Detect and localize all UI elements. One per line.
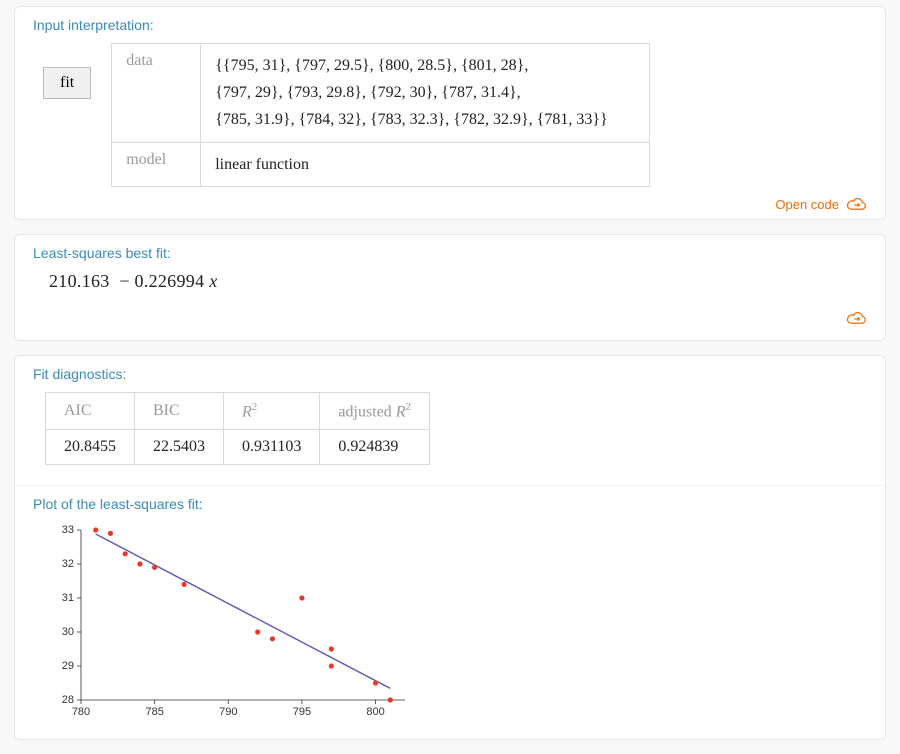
cloud-arrow-icon [845, 197, 867, 213]
variable: x [209, 271, 217, 291]
pod-diagnostics: Fit diagnostics: AIC BIC R2 adjusted R2 … [14, 355, 886, 485]
table-header-row: AIC BIC R2 adjusted R2 [46, 392, 430, 429]
svg-text:795: 795 [293, 706, 311, 718]
model-label: model [112, 142, 201, 186]
fit-formula: 210.163 − 0.226994 x [49, 271, 867, 292]
col-bic: BIC [135, 392, 224, 429]
pod-best-fit: Least-squares best fit: 210.163 − 0.2269… [14, 234, 886, 341]
col-adj-r2: adjusted R2 [320, 392, 430, 429]
open-code-link[interactable]: Open code [775, 197, 867, 213]
svg-text:780: 780 [72, 706, 90, 718]
svg-text:31: 31 [62, 592, 74, 604]
pod-title: Least-squares best fit: [33, 245, 867, 261]
svg-text:790: 790 [219, 706, 237, 718]
svg-text:30: 30 [62, 626, 74, 638]
model-value: linear function [201, 142, 650, 186]
table-row: model linear function [112, 142, 650, 186]
adj-r2-value: 0.924839 [320, 430, 430, 465]
cloud-link[interactable] [845, 311, 867, 330]
table-row: 20.8455 22.5403 0.931103 0.924839 [46, 430, 430, 465]
input-layout: fit data {{795, 31}, {797, 29.5}, {800, … [43, 43, 867, 187]
pod-input-interpretation: Input interpretation: fit data {{795, 31… [14, 6, 886, 220]
data-table: data {{795, 31}, {797, 29.5}, {800, 28.5… [111, 43, 650, 187]
svg-text:29: 29 [62, 660, 74, 672]
aic-value: 20.8455 [46, 430, 135, 465]
svg-text:32: 32 [62, 558, 74, 570]
cloud-arrow-icon [845, 311, 867, 327]
fit-chart: 28 29 30 31 32 33 780 785 790 795 800 [45, 522, 415, 722]
data-label: data [112, 44, 201, 143]
fit-button[interactable]: fit [43, 67, 91, 99]
bic-value: 22.5403 [135, 430, 224, 465]
svg-text:28: 28 [62, 694, 74, 706]
intercept-value: 210.163 [49, 271, 110, 291]
col-aic: AIC [46, 392, 135, 429]
svg-text:33: 33 [62, 524, 74, 536]
chart-container: 28 29 30 31 32 33 780 785 790 795 800 [45, 522, 867, 725]
open-code-label: Open code [775, 197, 839, 212]
table-row: data {{795, 31}, {797, 29.5}, {800, 28.5… [112, 44, 650, 143]
diagnostics-table: AIC BIC R2 adjusted R2 20.8455 22.5403 0… [45, 392, 430, 465]
pod-title: Fit diagnostics: [33, 366, 867, 382]
svg-text:800: 800 [366, 706, 384, 718]
pod-title: Input interpretation: [33, 17, 867, 33]
slope-value: 0.226994 [134, 271, 204, 291]
col-r2: R2 [224, 392, 320, 429]
data-value: {{795, 31}, {797, 29.5}, {800, 28.5}, {8… [201, 44, 650, 143]
pod-title: Plot of the least-squares fit: [33, 496, 867, 512]
r2-value: 0.931103 [224, 430, 320, 465]
pod-plot: Plot of the least-squares fit: 28 29 30 31 3… [14, 485, 886, 740]
svg-text:785: 785 [145, 706, 163, 718]
